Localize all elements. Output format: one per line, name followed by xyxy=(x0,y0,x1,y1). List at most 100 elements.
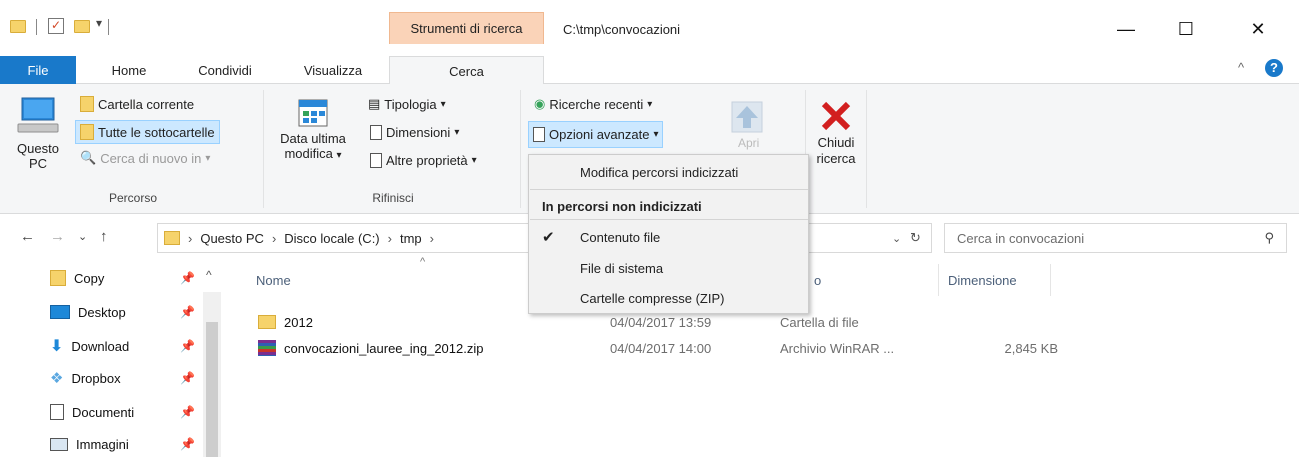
maximize-button[interactable]: ☐ xyxy=(1166,14,1206,44)
up-arrow-icon[interactable]: ↑ xyxy=(100,228,108,245)
breadcrumb-item[interactable]: Disco locale (C:) xyxy=(284,231,379,246)
calendar-icon xyxy=(298,99,328,127)
menu-item-contenuto-file[interactable]: ✔ Contenuto file xyxy=(530,222,808,252)
sidebar-item-desktop[interactable]: Desktop xyxy=(50,296,126,328)
scroll-up-icon[interactable]: ^ xyxy=(206,268,212,282)
sidebar-item-label: Immagini xyxy=(76,436,129,452)
properties-icon[interactable]: ✓ xyxy=(48,18,64,34)
sidebar-item-immagini[interactable]: Immagini xyxy=(50,428,129,457)
breadcrumb-item[interactable]: Questo PC xyxy=(200,231,264,246)
minimize-button[interactable]: — xyxy=(1106,14,1146,44)
breadcrumb-item[interactable]: tmp xyxy=(400,231,422,246)
ricerche-recenti-button[interactable]: ◉ Ricerche recenti ▾ xyxy=(530,92,656,116)
altre-proprieta-button[interactable]: Altre proprietà ▾ xyxy=(366,148,481,172)
data-ultima-label-1: Data ultima xyxy=(280,131,346,146)
pictures-icon xyxy=(50,437,68,451)
recent-locations-icon[interactable]: ⌄ xyxy=(78,230,87,243)
refresh-icon[interactable]: ↻ xyxy=(910,230,921,246)
column-header-tipo[interactable]: o xyxy=(806,264,936,296)
divider xyxy=(36,19,37,35)
context-tab-header: Strumenti di ricerca xyxy=(389,12,544,44)
chiudi-label-2: ricerca xyxy=(816,151,856,166)
sidebar-item-download[interactable]: ⬇ Download xyxy=(50,330,129,362)
tab-cerca[interactable]: Cerca xyxy=(389,56,544,85)
chiudi-ricerca-button[interactable]: Chiudi ricerca xyxy=(812,100,860,167)
pin-icon[interactable]: 📌 xyxy=(180,339,195,353)
tab-condividi[interactable]: Condividi xyxy=(180,56,270,84)
chevron-right-icon: › xyxy=(271,230,277,246)
column-label: Nome xyxy=(256,272,291,288)
recent-searches-icon: ◉ xyxy=(534,96,546,111)
sidebar-item-label: Dropbox xyxy=(71,370,121,386)
cerca-di-nuovo-button[interactable]: 🔍 Cerca di nuovo in ▾ xyxy=(76,146,214,170)
documents-icon xyxy=(50,404,64,420)
sidebar-item-documenti[interactable]: Documenti xyxy=(50,396,134,428)
close-button[interactable]: ✕ xyxy=(1238,14,1278,44)
search-input[interactable]: Cerca in convocazioni ⚲ xyxy=(944,223,1287,253)
chevron-down-icon: ▾ xyxy=(647,98,653,110)
search-icon[interactable]: ⚲ xyxy=(1264,230,1274,246)
sidebar-item-label: Documenti xyxy=(72,404,135,420)
menu-item-label: Contenuto file xyxy=(580,229,661,245)
chevron-down-icon[interactable]: ⌄ xyxy=(892,232,901,245)
search-again-icon: 🔍 xyxy=(80,150,97,165)
pin-icon[interactable]: 📌 xyxy=(180,405,195,419)
scrollbar-thumb[interactable] xyxy=(206,322,218,457)
file-date: 04/04/2017 14:00 xyxy=(610,340,712,356)
folder-icon xyxy=(258,315,276,329)
folder-icon[interactable] xyxy=(10,20,26,33)
dimensioni-button[interactable]: Dimensioni ▾ xyxy=(366,120,463,144)
sidebar-item-dropbox[interactable]: ❖ Dropbox xyxy=(50,362,121,394)
menu-item-cartelle-compresse[interactable]: Cartelle compresse (ZIP) xyxy=(530,283,808,313)
folder-icon xyxy=(80,96,94,112)
download-icon: ⬇ xyxy=(50,338,64,355)
table-row[interactable]: convocazioni_lauree_ing_2012.zip 04/04/2… xyxy=(250,334,1290,362)
advanced-options-icon xyxy=(533,127,545,142)
customize-quick-access-icon[interactable]: ▾ xyxy=(96,16,102,30)
dimensioni-label: Dimensioni xyxy=(386,124,451,140)
sidebar-item-label: Download xyxy=(71,338,130,354)
forward-arrow-icon[interactable]: → xyxy=(50,228,65,245)
chevron-down-icon: ▾ xyxy=(471,154,477,166)
folder-icon xyxy=(164,231,180,245)
menu-item-modifica-percorsi[interactable]: Modifica percorsi indicizzati xyxy=(530,157,808,187)
cartella-corrente-button[interactable]: Cartella corrente xyxy=(76,92,198,116)
tab-file[interactable]: File xyxy=(0,56,76,84)
collapse-ribbon-icon[interactable]: ^ xyxy=(1238,60,1244,75)
sidebar-item-label: Copy xyxy=(74,270,105,286)
tab-visualizza[interactable]: Visualizza xyxy=(288,56,378,84)
tab-home[interactable]: Home xyxy=(98,56,160,84)
data-ultima-modifica-button[interactable]: Data ultima modifica ▾ xyxy=(272,98,354,163)
new-folder-icon[interactable] xyxy=(74,20,90,33)
open-location-icon xyxy=(731,101,763,133)
back-arrow-icon[interactable]: ← xyxy=(20,228,35,245)
altre-proprieta-label: Altre proprietà xyxy=(386,152,468,168)
subfolders-icon xyxy=(80,124,94,140)
advanced-options-menu: Modifica percorsi indicizzati In percors… xyxy=(528,154,809,314)
file-size xyxy=(950,308,1058,336)
menu-section-header: In percorsi non indicizzati xyxy=(542,198,702,214)
file-name: convocazioni_lauree_ing_2012.zip xyxy=(284,340,484,356)
computer-icon xyxy=(17,97,59,133)
file-type: Archivio WinRAR ... xyxy=(780,340,895,356)
group-label-rifinisci: Rifinisci xyxy=(372,191,414,205)
tutte-sottocartelle-button[interactable]: Tutte le sottocartelle xyxy=(75,120,220,144)
dropbox-icon: ❖ xyxy=(50,370,64,387)
pin-icon[interactable]: 📌 xyxy=(180,271,195,285)
sidebar-item-copy[interactable]: Copy xyxy=(50,262,104,294)
opzioni-avanzate-label: Opzioni avanzate xyxy=(549,127,650,142)
menu-item-file-di-sistema[interactable]: File di sistema xyxy=(530,253,808,283)
apri-posizione-button[interactable] xyxy=(730,96,770,136)
opzioni-avanzate-button[interactable]: Opzioni avanzate ▾ xyxy=(528,121,664,148)
pin-icon[interactable]: 📌 xyxy=(180,437,195,451)
pin-icon[interactable]: 📌 xyxy=(180,305,195,319)
chevron-down-icon: ▾ xyxy=(653,129,659,140)
divider xyxy=(938,264,939,296)
tipologia-button[interactable]: ▤ Tipologia ▾ xyxy=(364,92,450,116)
help-icon[interactable]: ? xyxy=(1265,59,1283,77)
pin-icon[interactable]: 📌 xyxy=(180,371,195,385)
file-size: 2,845 KB xyxy=(1004,340,1059,356)
questo-pc-button[interactable]: Questo PC xyxy=(8,94,68,171)
column-header-dimensione[interactable]: Dimensione xyxy=(940,264,1050,296)
type-icon: ▤ xyxy=(368,96,381,111)
